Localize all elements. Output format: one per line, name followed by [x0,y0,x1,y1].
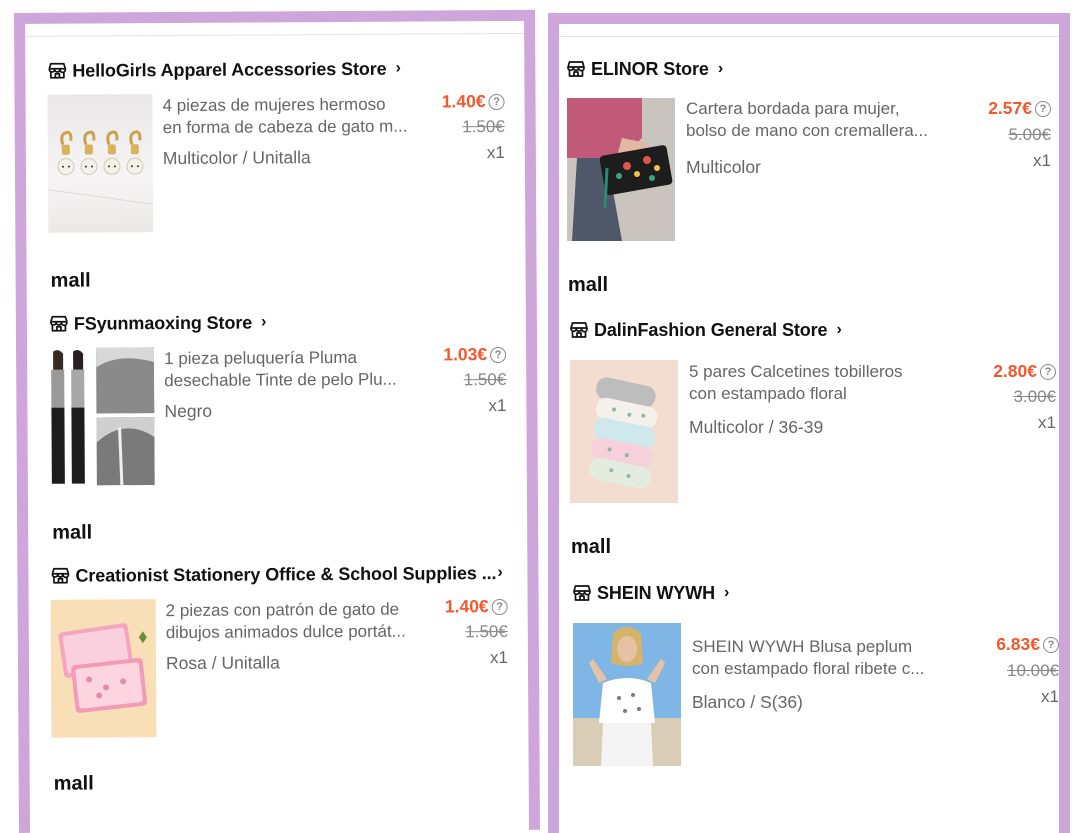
price-group: 1.40€ ? [445,596,508,617]
product-variant[interactable]: Multicolor [686,157,761,178]
product-title-line: con estampado floral ribete c... [692,659,925,678]
store-header[interactable]: HelloGirls Apparel Accessories Store › [47,56,401,84]
product-image[interactable] [47,94,154,233]
store-name: DalinFashion General Store [594,319,828,340]
store-icon [50,567,70,585]
store-header[interactable]: SHEIN WYWH › [572,580,729,606]
chevron-right-icon: › [717,60,724,77]
question-circle-icon[interactable]: ? [1035,100,1051,117]
store-icon [569,321,589,339]
product-title[interactable]: 4 piezas de mujeres hermoso en forma de … [163,93,435,139]
price-group: 2.57€ ? [988,98,1051,119]
product-title-line: dibujos animados dulce portát... [165,621,406,643]
chevron-right-icon: › [724,584,730,601]
sale-price: 2.57€ [988,98,1032,118]
product-title-line: 5 pares Calcetines tobilleros [689,362,903,381]
price-group: 1.03€ ? [443,344,507,365]
divider [25,32,525,37]
product-image[interactable] [49,347,155,486]
quantity: x1 [1033,151,1051,170]
store-header[interactable]: DalinFashion General Store › [569,317,842,343]
sale-price: 2.80€ [993,361,1037,381]
original-price: 10.00€ [1007,661,1059,680]
product-title-line: 2 piezas con patrón de gato de [165,599,400,621]
divider [559,36,1059,37]
product-title-line: 4 piezas de mujeres hermoso [162,94,386,116]
question-circle-icon[interactable]: ? [1040,363,1056,380]
question-circle-icon[interactable]: ? [491,598,508,615]
original-price: 5.00€ [1008,125,1051,144]
sale-price: 1.40€ [441,91,486,112]
sale-price: 6.83€ [996,634,1040,654]
product-variant[interactable]: Negro [164,401,212,422]
original-price: 1.50€ [465,621,508,642]
store-section: Creationist Stationery Office & School S… [28,560,527,738]
product-title[interactable]: 1 pieza peluquería Pluma desechable Tint… [164,346,436,392]
store-icon [47,62,67,80]
quantity: x1 [1041,687,1059,706]
store-section: FSyunmaoxing Store › 1 pieza peluquería … [27,308,526,486]
question-circle-icon[interactable]: ? [490,346,507,363]
product-variant[interactable]: Blanco / S(36) [692,692,803,713]
store-header[interactable]: ELINOR Store › [566,56,723,82]
store-icon [49,315,69,333]
product-variant[interactable]: Multicolor / 36-39 [689,417,823,438]
right-cart-panel: ELINOR Store › Cartera bordada para muje… [548,13,1070,833]
product-title-line: con estampado floral [689,384,847,403]
store-name: SHEIN WYWH [597,582,715,603]
product-title-line: bolso de mano con cremallera... [686,121,928,140]
price-group: 6.83€ ? [996,634,1059,655]
store-icon [572,584,592,602]
product-title[interactable]: Cartera bordada para mujer, bolso de man… [686,98,966,142]
product-variant[interactable]: Multicolor / Unitalla [163,147,311,169]
left-cart-panel: HelloGirls Apparel Accessories Store › 4… [14,9,540,833]
product-image[interactable] [50,599,157,738]
original-price: 1.50€ [463,370,507,390]
product-title-line: 1 pieza peluquería Pluma [164,347,357,369]
chevron-right-icon: › [836,321,842,338]
mall-label: mall [568,274,609,296]
quantity: x1 [489,647,509,668]
mall-label: mall [50,269,91,292]
chevron-right-icon: › [261,313,267,331]
chevron-right-icon: › [395,59,401,77]
product-title[interactable]: 5 pares Calcetines tobilleros con estamp… [689,361,965,405]
quantity: x1 [1038,413,1056,432]
product-title[interactable]: SHEIN WYWH Blusa peplum con estampado fl… [692,636,964,680]
original-price: 3.00€ [1013,387,1056,406]
product-variant[interactable]: Rosa / Unitalla [166,652,280,674]
product-title-line: en forma de cabeza de gato m... [162,116,408,138]
store-name: HelloGirls Apparel Accessories Store [72,58,387,81]
quantity: x1 [488,395,507,416]
product-title[interactable]: 2 piezas con patrón de gato de dibujos a… [166,598,438,644]
sale-price: 1.40€ [444,596,489,617]
store-header[interactable]: FSyunmaoxing Store › [49,309,267,336]
price-group: 1.40€ ? [442,91,505,112]
quantity: x1 [486,143,505,163]
product-title-line: Cartera bordada para mujer, [686,99,900,118]
store-section: HelloGirls Apparel Accessories Store › 4… [25,55,524,233]
store-name: ELINOR Store [591,58,709,79]
store-name: FSyunmaoxing Store [73,312,253,334]
mall-label: mall [571,536,612,558]
mall-label: mall [52,521,93,544]
product-title-line: desechable Tinte de pelo Plu... [164,369,397,391]
product-image[interactable] [570,360,678,503]
store-icon [566,60,586,78]
product-image[interactable] [573,623,681,766]
question-circle-icon[interactable]: ? [488,93,505,110]
sale-price: 1.03€ [443,344,488,365]
store-name: Creationist Stationery Office & School S… [75,562,497,586]
mall-label: mall [53,772,94,795]
price-group: 2.80€ ? [993,361,1056,382]
question-circle-icon[interactable]: ? [1043,636,1059,653]
original-price: 1.50€ [462,117,505,137]
store-header[interactable]: Creationist Stationery Office & School S… [50,560,496,589]
product-title-line: SHEIN WYWH Blusa peplum [692,637,913,656]
product-image[interactable] [567,98,675,241]
chevron-right-icon[interactable]: › [497,560,502,586]
